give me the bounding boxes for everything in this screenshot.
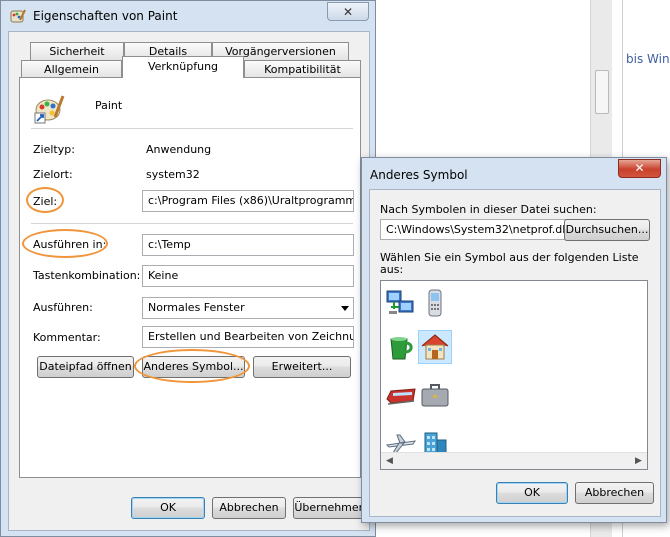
icon-list-label: Wählen Sie ein Symbol aus der folgenden …	[380, 251, 639, 276]
ok-button[interactable]: OK	[131, 497, 205, 519]
mobile-phone-icon[interactable]	[419, 287, 451, 319]
house-icon[interactable]	[418, 330, 452, 364]
coffee-cup-icon[interactable]	[385, 331, 417, 363]
icon-list-scrollbar[interactable]: ◀ ▶	[381, 452, 647, 469]
kommentar-field[interactable]: Erstellen und Bearbeiten von Zeichnungen	[142, 326, 354, 348]
icon-list[interactable]	[380, 280, 648, 470]
ausfuehren-label: Ausführen:	[33, 301, 93, 314]
change-icon-close-button[interactable]: ✕	[618, 159, 661, 178]
scroll-right-icon[interactable]: ▶	[630, 453, 647, 469]
zielort-value: system32	[146, 168, 200, 181]
tastenkombination-field[interactable]: Keine	[142, 265, 354, 287]
file-path-field[interactable]: C:\Windows\System32\netprof.dll	[380, 219, 570, 240]
paint-shortcut-icon	[33, 93, 65, 125]
tastenkombination-label: Tastenkombination:	[33, 269, 141, 282]
apply-button[interactable]: Übernehmen	[293, 497, 367, 519]
ausfuehren-in-label: Ausführen in:	[33, 238, 107, 251]
advanced-button[interactable]: Erweitert...	[253, 356, 351, 378]
ziel-field[interactable]: c:\Program Files (x86)\Uraltprogramm.exe	[142, 190, 354, 212]
properties-title: Eigenschaften von Paint	[33, 9, 178, 23]
tab-verknuepfung[interactable]: Verknüpfung	[122, 56, 244, 78]
change-icon-dialog: Anderes Symbol ✕ Nach Symbolen in dieser…	[361, 157, 667, 523]
network-computers-icon[interactable]	[385, 287, 417, 319]
tab-kompatibilitaet[interactable]: Kompatibilität	[244, 60, 361, 78]
tab-sicherheit[interactable]: Sicherheit	[30, 42, 124, 60]
cancel-button[interactable]: Abbrechen	[212, 497, 286, 519]
zielort-label: Zielort:	[33, 168, 73, 181]
app-name: Paint	[95, 99, 123, 112]
properties-close-button[interactable]: ✕	[327, 2, 369, 21]
paint-app-icon	[10, 8, 26, 24]
zieltyp-value: Anwendung	[146, 143, 212, 156]
open-file-location-button[interactable]: Dateipfad öffnen	[37, 356, 134, 378]
scrollbar-thumb[interactable]	[595, 70, 609, 114]
ausfuehren-select-value: Normales Fenster	[148, 301, 245, 314]
ausfuehren-select[interactable]: Normales Fenster	[142, 297, 354, 319]
kommentar-label: Kommentar:	[33, 331, 101, 344]
change-icon-ok-button[interactable]: OK	[496, 482, 568, 504]
properties-dialog: Eigenschaften von Paint ✕ Sicherheit Det…	[0, 0, 376, 537]
search-label: Nach Symbolen in dieser Datei suchen:	[380, 203, 597, 216]
change-icon-button[interactable]: Anderes Symbol...	[142, 356, 245, 378]
background-text: bis Win	[626, 52, 670, 66]
briefcase-icon[interactable]	[419, 379, 451, 411]
separator	[31, 223, 353, 224]
train-icon[interactable]	[385, 379, 417, 411]
browse-button[interactable]: Durchsuchen...	[564, 219, 650, 241]
zieltyp-label: Zieltyp:	[33, 143, 75, 156]
change-icon-cancel-button[interactable]: Abbrechen	[575, 482, 654, 504]
scroll-left-icon[interactable]: ◀	[381, 453, 398, 469]
ausfuehren-in-field[interactable]: c:\Temp	[142, 234, 354, 256]
tab-allgemein[interactable]: Allgemein	[21, 60, 122, 78]
separator	[31, 128, 353, 129]
chevron-down-icon	[341, 306, 349, 311]
ziel-label: Ziel:	[33, 195, 58, 208]
change-icon-title: Anderes Symbol	[370, 168, 468, 182]
